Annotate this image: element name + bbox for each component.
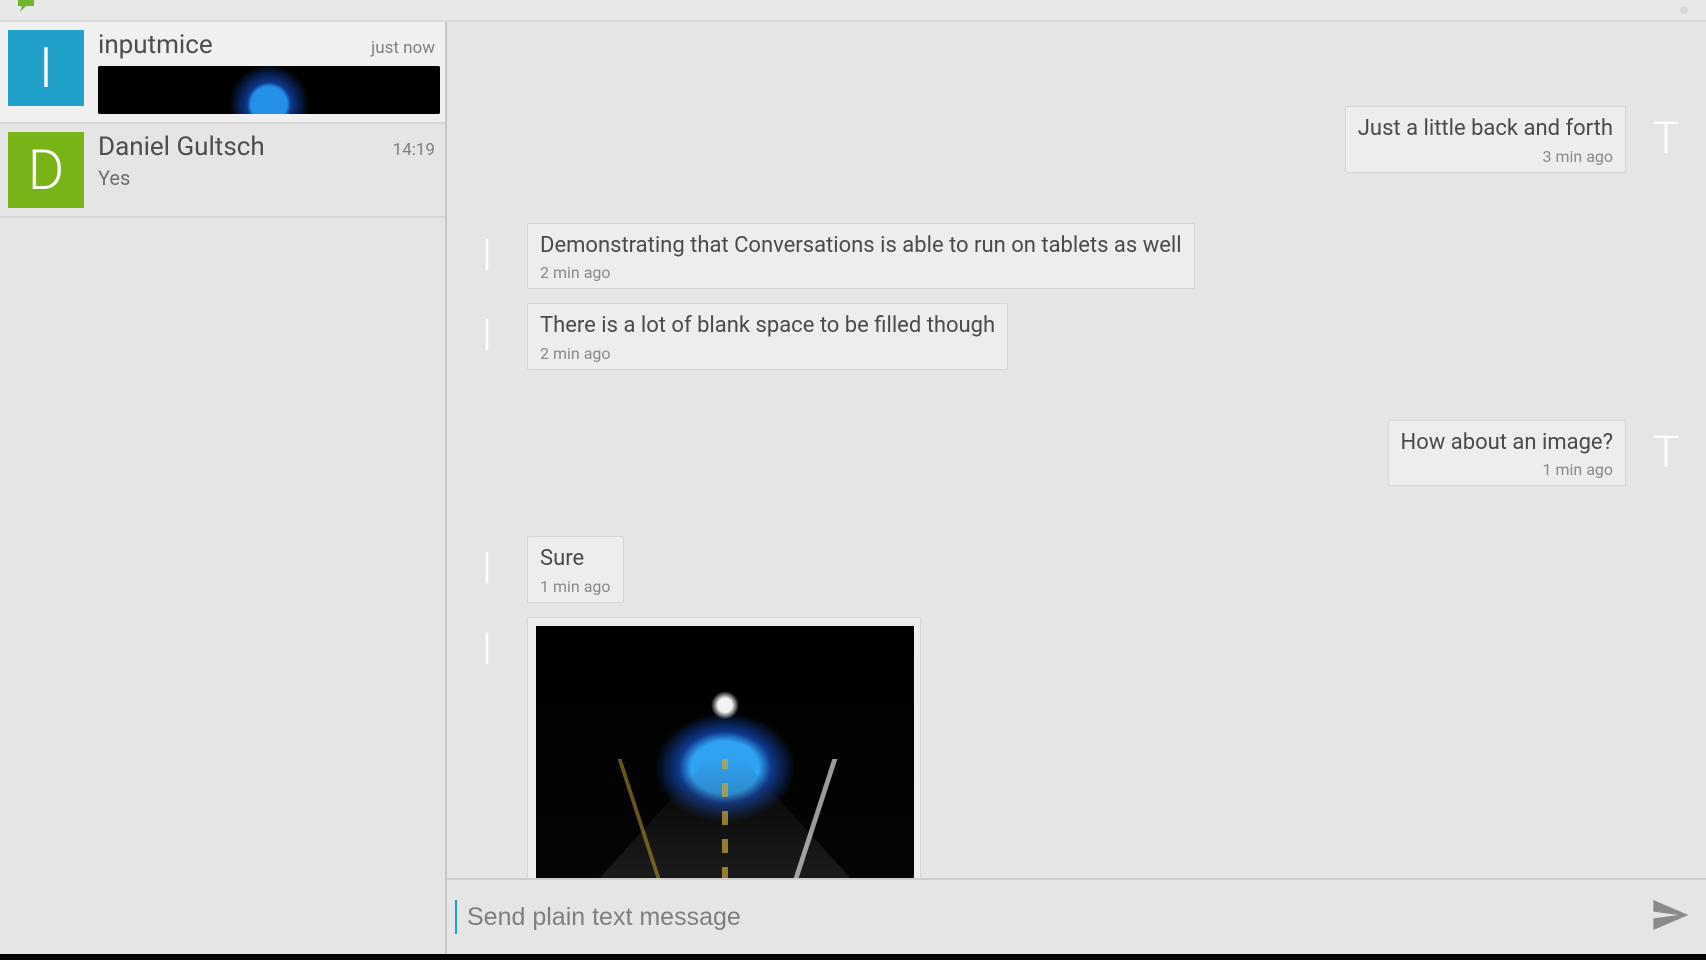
avatar: D: [8, 132, 84, 208]
status-bar: [0, 0, 1706, 20]
message-text: There is a lot of blank space to be fill…: [540, 312, 995, 340]
chat-pane: Just a little back and forth 3 min ago T…: [447, 22, 1706, 954]
message-text: Just a little back and forth: [1358, 115, 1613, 143]
message-incoming[interactable]: I Sure 1 min ago: [455, 536, 1698, 603]
message-meta: 1 min ago: [540, 577, 611, 596]
message-incoming[interactable]: I There is a lot of blank space to be fi…: [455, 303, 1698, 370]
avatar: I: [455, 536, 519, 600]
conversation-time: 14:19: [393, 140, 435, 160]
conversation-item[interactable]: I inputmice just now: [0, 22, 445, 124]
message-incoming[interactable]: I Demonstrating that Conversations is ab…: [455, 223, 1698, 290]
message-composer: [447, 878, 1706, 954]
message-meta: 2 min ago: [540, 263, 1182, 282]
message-text: How about an image?: [1401, 429, 1613, 457]
send-button[interactable]: [1644, 891, 1696, 943]
message-meta: 1 min ago: [1401, 460, 1613, 479]
message-list[interactable]: Just a little back and forth 3 min ago T…: [447, 22, 1706, 878]
message-input[interactable]: [467, 903, 1634, 932]
conversation-name: Daniel Gultsch: [98, 132, 265, 162]
status-indicator-icon: [1680, 6, 1688, 14]
avatar: I: [8, 30, 84, 106]
conversation-time: just now: [371, 38, 435, 58]
avatar: T: [1634, 420, 1698, 484]
conversation-item[interactable]: D Daniel Gultsch 14:19 Yes: [0, 124, 445, 218]
avatar: I: [455, 223, 519, 287]
message-meta: 3 min ago: [1358, 147, 1613, 166]
send-icon: [1650, 895, 1690, 939]
message-outgoing[interactable]: Just a little back and forth 3 min ago T: [455, 106, 1698, 173]
avatar: T: [1634, 106, 1698, 170]
conversation-list: I inputmice just now D Daniel Gultsch: [0, 22, 447, 954]
conversation-name: inputmice: [98, 30, 213, 60]
conversation-preview-image: [98, 66, 440, 114]
message-image[interactable]: [536, 626, 914, 879]
message-meta: 2 min ago: [540, 344, 995, 363]
message-outgoing[interactable]: How about an image? 1 min ago T: [455, 420, 1698, 487]
message-text: Demonstrating that Conversations is able…: [540, 232, 1182, 260]
avatar: I: [455, 617, 519, 681]
message-text: Sure: [540, 545, 611, 573]
app-logo-icon: [14, 0, 38, 16]
conversation-preview-text: Yes: [98, 166, 435, 190]
text-cursor-icon: [455, 900, 457, 934]
avatar: I: [455, 303, 519, 367]
message-incoming-image[interactable]: I just now · 36 KB: [455, 617, 1698, 879]
